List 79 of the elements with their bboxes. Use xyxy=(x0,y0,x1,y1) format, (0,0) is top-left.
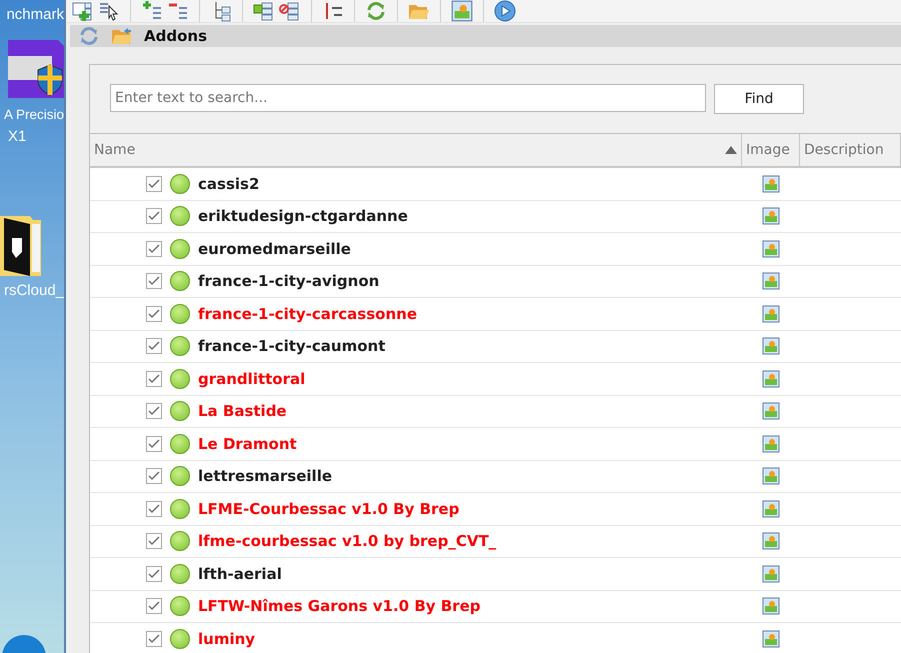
image-icon[interactable] xyxy=(762,174,780,193)
addon-name: france-1-city-avignon xyxy=(198,272,380,290)
checkbox[interactable] xyxy=(146,338,162,354)
image-icon[interactable] xyxy=(762,337,780,356)
addon-name: luminy xyxy=(198,630,256,648)
status-dot-icon xyxy=(170,238,190,259)
image-icon[interactable] xyxy=(762,402,780,420)
addon-name: cassis2 xyxy=(198,174,260,193)
checkbox[interactable] xyxy=(146,208,162,224)
checkbox[interactable] xyxy=(146,468,162,484)
image-icon[interactable] xyxy=(762,500,780,518)
addon-name: grandlittoral xyxy=(198,370,306,388)
play-icon[interactable] xyxy=(494,0,516,22)
checkbox[interactable] xyxy=(146,500,162,517)
addon-name: lfme-courbessac v1.0 by brep_CVT_ xyxy=(198,532,496,550)
status-dot-icon xyxy=(170,271,190,292)
addon-name: eriktudesign-ctgardanne xyxy=(198,207,408,226)
find-button[interactable]: Find xyxy=(714,84,804,114)
status-dot-icon xyxy=(170,336,190,356)
status-dot-icon xyxy=(170,368,190,389)
addon-name: euromedmarseille xyxy=(198,240,351,258)
image-icon[interactable] xyxy=(762,207,780,226)
desktop-icon-label: A Precisio xyxy=(4,106,64,124)
image-icon[interactable] xyxy=(762,532,780,550)
select-list-icon[interactable] xyxy=(98,0,120,22)
checkbox[interactable] xyxy=(146,533,162,550)
addon-name: Le Dramont xyxy=(198,434,297,453)
status-dot-icon xyxy=(170,174,190,194)
addon-name: france-1-city-caumont xyxy=(198,337,386,356)
status-dot-icon xyxy=(170,304,190,324)
column-header[interactable]: Image xyxy=(742,134,800,166)
status-dot-icon xyxy=(170,434,190,454)
status-dot-icon xyxy=(170,401,190,422)
addon-name: lettresmarseille xyxy=(198,467,332,486)
search-field[interactable]: Enter text to search... xyxy=(110,84,706,112)
image-icon[interactable] xyxy=(762,434,780,453)
image-icon[interactable] xyxy=(762,630,780,648)
enable-list-icon[interactable] xyxy=(253,0,275,22)
addon-name: LFTW-Nîmes Garons v1.0 By Brep xyxy=(198,597,480,616)
image-icon[interactable] xyxy=(762,304,780,323)
checkbox[interactable] xyxy=(146,306,162,322)
disable-list-icon[interactable] xyxy=(279,0,301,22)
image-icon[interactable] xyxy=(762,467,780,486)
addon-name: lfth-aerial xyxy=(198,564,282,583)
panel-title: Addons xyxy=(144,27,207,45)
addon-name: LFME-Courbessac v1.0 By Brep xyxy=(198,500,460,518)
add-item-icon[interactable] xyxy=(141,0,163,22)
checkbox[interactable] xyxy=(146,630,162,647)
status-dot-icon xyxy=(170,498,190,519)
image-icon[interactable] xyxy=(762,240,780,258)
addon-name: france-1-city-carcassonne xyxy=(198,304,418,323)
image-icon[interactable] xyxy=(762,597,780,616)
checkbox[interactable] xyxy=(146,176,162,192)
image-icon[interactable] xyxy=(451,0,473,22)
image-icon[interactable] xyxy=(762,564,780,583)
checkbox[interactable] xyxy=(146,566,162,582)
status-dot-icon xyxy=(170,564,190,584)
checkbox[interactable] xyxy=(146,598,162,614)
checkbox[interactable] xyxy=(146,403,162,420)
column-header[interactable]: Description xyxy=(800,134,901,166)
image-icon[interactable] xyxy=(762,370,780,388)
status-dot-icon xyxy=(170,531,190,552)
folder-open-icon xyxy=(110,25,134,47)
refresh-icon[interactable] xyxy=(365,0,387,22)
addon-name: La Bastide xyxy=(198,402,287,420)
checkbox[interactable] xyxy=(146,436,162,452)
status-dot-icon xyxy=(170,628,190,649)
status-dot-icon xyxy=(170,466,190,486)
desktop-icon-label: X1 xyxy=(8,127,26,147)
column-header[interactable]: Name xyxy=(90,134,742,166)
desktop-icon-label: rsCloud_ xyxy=(4,281,64,301)
checkbox[interactable] xyxy=(146,273,162,290)
app-shortcut-icon[interactable] xyxy=(8,40,64,98)
checkbox[interactable] xyxy=(146,240,162,257)
image-icon[interactable] xyxy=(762,272,780,290)
status-dot-icon xyxy=(170,596,190,616)
desktop-icon-label: nchmark xyxy=(6,5,64,25)
checkbox[interactable] xyxy=(146,370,162,387)
status-dot-icon xyxy=(170,206,190,226)
